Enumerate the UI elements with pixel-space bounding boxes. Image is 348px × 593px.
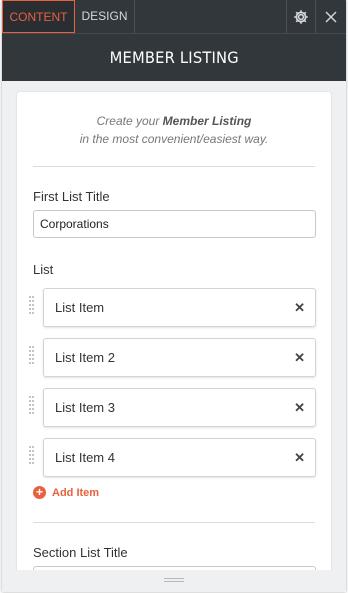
intro-prefix: Create your (96, 114, 163, 128)
intro-text: Create your Member Listing in the most c… (17, 112, 331, 148)
close-button[interactable] (316, 0, 346, 33)
panel-toolbar: CONTENT DESIGN (2, 0, 346, 33)
remove-item-icon[interactable]: ✕ (294, 289, 305, 326)
gear-icon (294, 9, 308, 24)
intro-emphasis: Member Listing (162, 114, 252, 128)
list-label: List (33, 262, 54, 277)
first-list-title-label: First List Title (33, 189, 110, 204)
list-item-box[interactable]: List Item 2 ✕ (43, 338, 316, 377)
panel-header: MEMBER LISTING (2, 33, 346, 81)
drag-handle-icon[interactable] (29, 446, 35, 468)
list-item-box[interactable]: List Item 3 ✕ (43, 388, 316, 427)
first-list-title-input[interactable] (33, 210, 316, 238)
list-item-label: List Item 3 (55, 400, 115, 415)
list-item-box[interactable]: List Item 4 ✕ (43, 438, 316, 477)
list-item: List Item 3 ✕ (29, 388, 319, 427)
panel-footer (2, 570, 346, 592)
resize-grip-icon[interactable] (164, 578, 184, 583)
intro-suffix: in the most convenient/easiest way. (79, 132, 269, 146)
panel-title: MEMBER LISTING (109, 48, 239, 67)
remove-item-icon[interactable]: ✕ (294, 339, 305, 376)
remove-item-icon[interactable]: ✕ (294, 439, 305, 476)
tab-content[interactable]: CONTENT (2, 0, 75, 33)
tab-design[interactable]: DESIGN (75, 0, 135, 33)
remove-item-icon[interactable]: ✕ (294, 389, 305, 426)
divider (33, 522, 315, 523)
close-icon (325, 11, 337, 22)
drag-handle-icon[interactable] (29, 396, 35, 418)
plus-circle-icon: + (33, 486, 46, 499)
add-item-button[interactable]: + Add Item (33, 486, 99, 499)
section-list-title-label: Section List Title (33, 545, 128, 560)
divider (33, 166, 315, 167)
list-item-label: List Item (55, 300, 105, 315)
drag-handle-icon[interactable] (29, 346, 35, 368)
settings-button[interactable] (286, 0, 316, 33)
list-item-label: List Item 2 (55, 350, 115, 365)
content-card: Create your Member Listing in the most c… (17, 92, 331, 592)
list-item: List Item 2 ✕ (29, 338, 319, 377)
list-item-box[interactable]: List Item ✕ (43, 288, 316, 327)
editor-panel: CONTENT DESIGN MEMBER LISTING Create you… (2, 0, 346, 592)
list-item-label: List Item 4 (55, 450, 115, 465)
add-item-label: Add Item (52, 486, 100, 499)
list-item: List Item 4 ✕ (29, 438, 319, 477)
drag-handle-icon[interactable] (29, 296, 35, 318)
list-item: List Item ✕ (29, 288, 319, 327)
